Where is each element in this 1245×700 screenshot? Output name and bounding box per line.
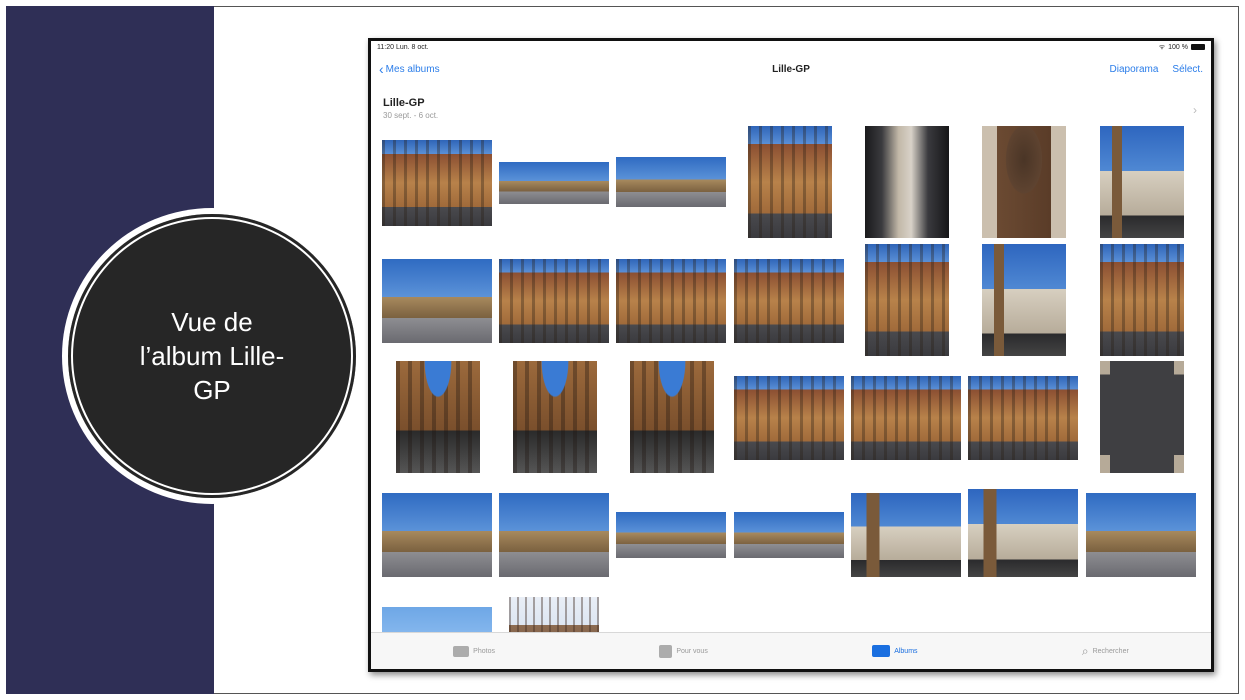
tab-for-you[interactable]: Pour vous: [659, 644, 708, 658]
photo-thumbnail[interactable]: [616, 157, 726, 207]
slide-title: Vue de l’album Lille- GP: [139, 307, 285, 405]
photo-thumbnail[interactable]: [382, 259, 492, 343]
tab-bar: Photos Pour vous Albums ⌕ Rechercher: [371, 632, 1211, 669]
tab-label: Photos: [473, 647, 495, 655]
photo-thumbnail[interactable]: [982, 244, 1066, 356]
ipad-screenshot: 11:20 Lun. 8 oct. ᯤ 100 % ‹ Mes albums L…: [368, 38, 1214, 672]
search-icon: ⌕: [1081, 643, 1089, 658]
tab-label: Pour vous: [676, 647, 708, 655]
photo-thumbnail[interactable]: [1100, 361, 1184, 473]
title-circle: Vue de l’album Lille- GP: [68, 214, 356, 498]
photo-thumbnail[interactable]: [734, 376, 844, 460]
photo-thumbnail[interactable]: [734, 259, 844, 343]
photo-thumbnail[interactable]: [499, 493, 609, 577]
photo-thumbnail[interactable]: [968, 376, 1078, 460]
tab-label: Rechercher: [1092, 647, 1129, 655]
photo-thumbnail[interactable]: [968, 489, 1078, 577]
photo-thumbnail[interactable]: [382, 493, 492, 577]
photo-thumbnail[interactable]: [630, 361, 714, 473]
tab-search[interactable]: ⌕ Rechercher: [1082, 644, 1129, 659]
photo-thumbnail[interactable]: [499, 162, 609, 204]
photo-grid: [371, 41, 1211, 669]
photo-thumbnail[interactable]: [382, 140, 492, 226]
albums-icon: [872, 645, 891, 657]
tab-albums[interactable]: Albums: [872, 645, 918, 657]
photo-thumbnail[interactable]: [499, 259, 609, 343]
photo-thumbnail[interactable]: [616, 259, 726, 343]
photo-thumbnail[interactable]: [1100, 126, 1184, 238]
photo-thumbnail[interactable]: [851, 376, 961, 460]
photo-thumbnail[interactable]: [616, 512, 726, 558]
photo-thumbnail[interactable]: [513, 361, 597, 473]
photos-icon: [453, 645, 470, 657]
photo-thumbnail[interactable]: [865, 244, 949, 356]
photo-thumbnail[interactable]: [734, 512, 844, 558]
for-you-icon: [659, 644, 673, 658]
photo-thumbnail[interactable]: [396, 361, 480, 473]
photo-thumbnail[interactable]: [748, 126, 832, 238]
photo-thumbnail[interactable]: [982, 126, 1066, 238]
tab-label: Albums: [894, 647, 918, 655]
photo-thumbnail[interactable]: [865, 126, 949, 238]
photo-thumbnail[interactable]: [1100, 244, 1184, 356]
photo-thumbnail[interactable]: [1086, 493, 1196, 577]
photo-thumbnail[interactable]: [851, 493, 961, 577]
tab-photos[interactable]: Photos: [453, 645, 495, 657]
